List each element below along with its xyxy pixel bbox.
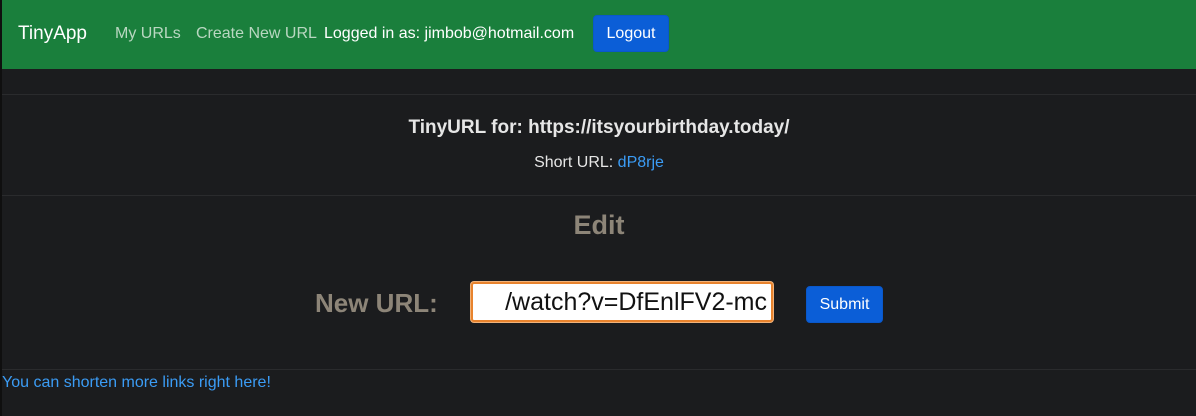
edit-heading: Edit xyxy=(573,210,625,240)
nav-link-my-urls[interactable]: My URLs xyxy=(115,25,181,43)
new-url-label: New URL: xyxy=(315,288,438,318)
divider-bottom xyxy=(2,369,1196,370)
divider-middle xyxy=(2,195,1196,196)
short-url-label: Short URL: xyxy=(534,154,614,171)
brand-link[interactable]: TinyApp xyxy=(18,23,87,45)
divider-top xyxy=(2,94,1196,95)
new-url-input[interactable] xyxy=(471,282,773,322)
navbar: TinyApp My URLs Create New URL Logged in… xyxy=(0,0,1196,69)
short-url-line: Short URL: dP8rje xyxy=(0,154,1196,172)
nav-link-create-new-url[interactable]: Create New URL xyxy=(196,25,317,43)
short-url-link[interactable]: dP8rje xyxy=(618,154,664,171)
logout-button[interactable]: Logout xyxy=(593,15,669,52)
shorten-more-link[interactable]: You can shorten more links right here! xyxy=(2,374,271,392)
submit-button[interactable]: Submit xyxy=(806,286,883,323)
tinyurl-title: TinyURL for: https://itsyourbirthday.tod… xyxy=(408,117,790,138)
logged-in-status: Logged in as: jimbob@hotmail.com xyxy=(324,25,575,42)
